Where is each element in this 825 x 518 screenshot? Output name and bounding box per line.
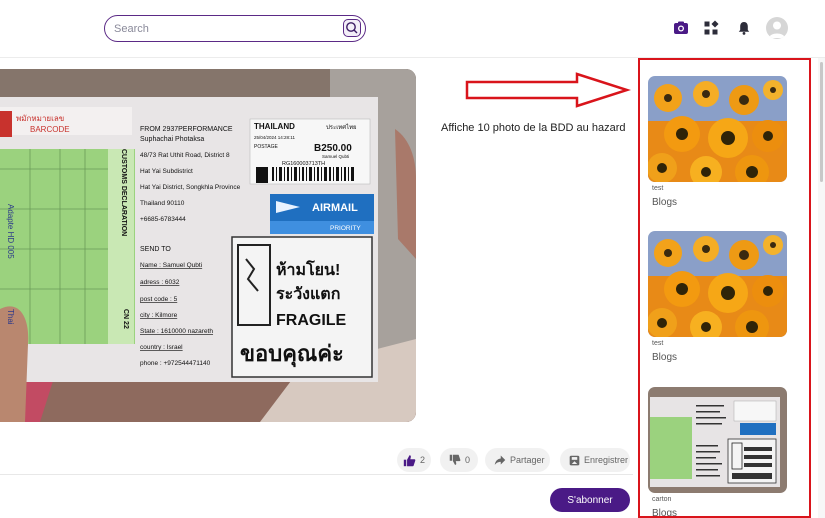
to-name: Name : Samuel Qubti [140,262,202,269]
stamp-amount: B250.00 [314,143,352,154]
airmail-label: AIRMAIL [312,202,358,214]
to-post-code: post code : 5 [140,296,178,303]
like-button[interactable]: 2 [397,448,431,472]
save-button[interactable]: Enregistrer [560,448,630,472]
thumbs-up-icon [403,454,416,466]
stamp-date: 25/04/2024 14:28:11 [254,135,295,140]
camera-icon[interactable] [673,20,689,36]
bell-icon[interactable] [736,20,752,36]
like-count: 2 [420,455,426,465]
sender-name: Suphachai Photaksa [140,136,204,143]
apps-icon[interactable] [703,20,719,36]
share-label: Partager [510,455,545,465]
stamp-recipient: Samuel Qubti [322,154,349,159]
to-city: city : Kilmore [140,312,178,319]
dislike-count: 0 [465,455,471,465]
barcode-label: BARCODE [30,125,70,134]
to-adress: adress : 6032 [140,279,180,286]
search-button[interactable] [343,19,361,37]
sender-label: FROM 2937PERFORMANCE [140,126,233,133]
search-input[interactable] [114,20,334,37]
annotation-text: Affiche 10 photo de la BDD au hazard [441,122,626,134]
annotation-arrow-icon [465,72,631,108]
fragile-thai-1: ห้ามโยน! [276,259,340,279]
barcode-thai: พมักหมายเลข [16,114,64,123]
priority-label: PRIORITY [330,225,361,232]
send-to-label: SEND TO [140,246,171,253]
fragile-thai-2: ระวังแตก [276,285,340,303]
sender-address-1: 48/73 Rat Uthit Road, District 8 [140,152,230,159]
sender-address-2: Hat Yai Subdistrict [140,168,193,175]
save-icon [569,455,580,465]
user-icon [769,21,785,38]
stamp-country-thai: ประเทศไทย [326,123,357,131]
divider [0,474,633,475]
to-country: country : Israel [140,344,183,351]
fragile-thai-3: ขอบคุณค่ะ [240,341,344,368]
cn22-label: CN 22 [122,309,129,329]
sender-address-4: Thailand 90110 [140,200,185,207]
sender-phone: +6685-6783444 [140,216,186,223]
annotation-highlight-box [638,58,811,518]
handwritten-text-2: Thai [6,309,15,325]
avatar[interactable] [766,17,788,39]
to-phone: phone : +972544471140 [140,360,211,367]
tracking-number: RG160003713TH [282,161,325,167]
scrollbar-thumb[interactable] [820,62,823,182]
share-icon [494,455,506,465]
sender-address-3: Hat Yai District, Songkhla Province [140,184,241,191]
save-label: Enregistrer [584,455,629,465]
search-bar [104,15,366,42]
dislike-button[interactable]: 0 [440,448,478,472]
share-button[interactable]: Partager [485,448,550,472]
subscribe-button[interactable]: S'abonner [550,488,630,512]
to-state: State : 1610000 nazareth [140,328,213,335]
thumbs-down-icon [449,454,461,465]
main-post-image[interactable]: FROM 2937PERFORMANCE Suphachai Photaksa … [0,69,416,422]
handwritten-text-1: Adapte HD 005 [6,204,15,259]
search-icon [346,22,358,34]
top-bar [0,0,825,58]
stamp-postage: POSTAGE [254,144,278,150]
parcel-photo: FROM 2937PERFORMANCE Suphachai Photaksa … [0,69,416,422]
customs-label: CUSTOMS DECLARATION [120,149,127,236]
stamp-country: THAILAND [254,122,295,131]
fragile-label: FRAGILE [276,312,347,329]
